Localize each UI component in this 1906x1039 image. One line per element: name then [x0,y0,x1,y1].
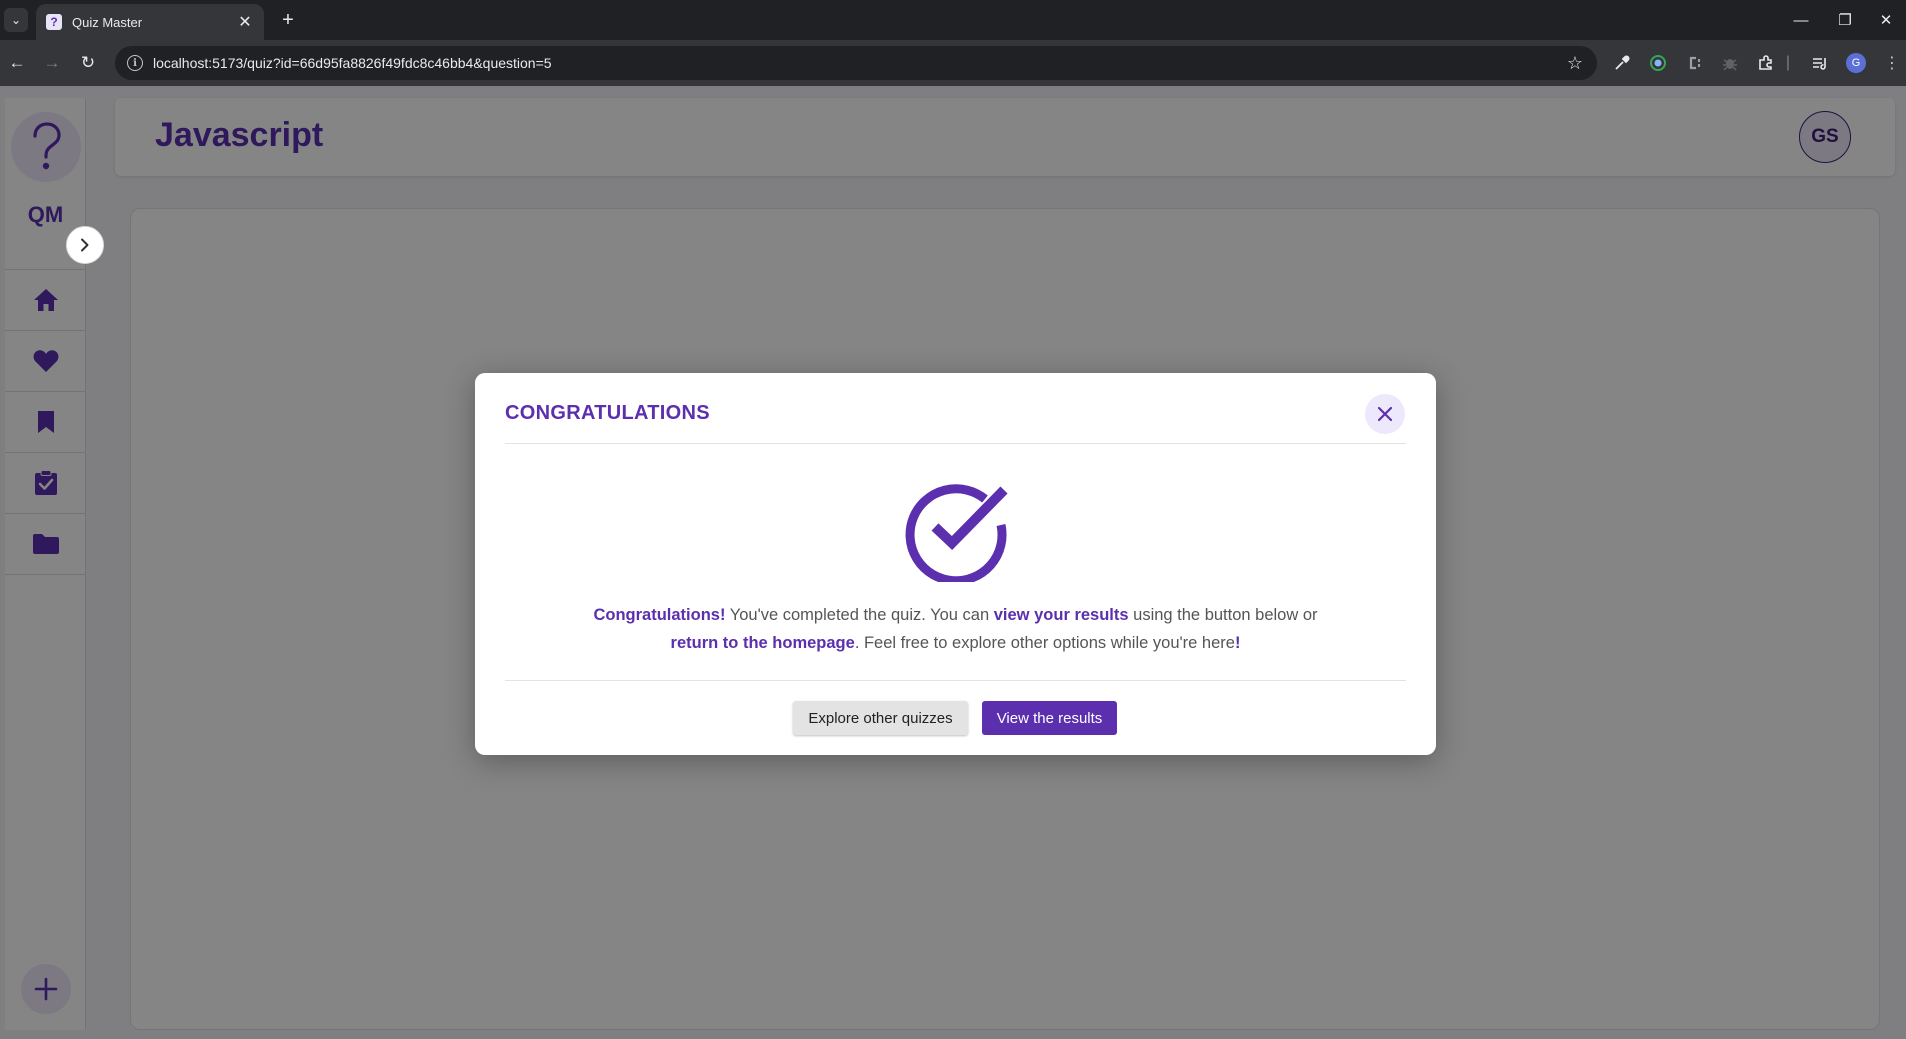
quiz-favicon-icon: ? [46,14,62,30]
tab-title: Quiz Master [72,14,143,30]
check-circle-icon [905,484,1008,582]
congratulations-modal: CONGRATULATIONS Congratulations! You've … [475,373,1436,755]
window-restore-icon[interactable]: ❐ [1825,6,1865,34]
message-congratulations: Congratulations! [593,606,726,624]
modal-close-button[interactable] [1365,394,1405,434]
browser-tab-active[interactable]: ? Quiz Master ✕ [36,4,264,40]
site-info-icon[interactable]: i [127,55,143,71]
extensions-puzzle-icon[interactable] [1756,53,1776,73]
modal-footer-divider [505,680,1406,681]
message-text: You've completed the quiz. You can [725,606,994,624]
message-text: using the button below or [1128,606,1318,624]
bookmark-star-icon[interactable]: ☆ [1567,53,1583,74]
message-return-homepage: return to the homepage [670,634,855,652]
address-bar[interactable]: i localhost:5173/quiz?id=66d95fa8826f49f… [115,46,1597,80]
bug-extension-icon[interactable] [1720,53,1740,73]
url-text[interactable]: localhost:5173/quiz?id=66d95fa8826f49fdc… [153,55,1567,71]
tab-search-chevron-icon[interactable]: ⌄ [4,8,28,32]
profile-avatar-icon[interactable]: G [1846,53,1866,73]
explore-other-quizzes-button[interactable]: Explore other quizzes [793,701,968,735]
modal-header-divider [505,443,1406,444]
view-results-button[interactable]: View the results [982,701,1117,735]
sidebar-expand-button[interactable] [66,226,104,264]
tab-close-icon[interactable]: ✕ [236,12,254,32]
media-control-icon[interactable] [1810,53,1830,73]
modal-message: Congratulations! You've completed the qu… [505,601,1406,657]
toolbar-separator: | [1785,54,1791,71]
chevron-right-icon [81,238,89,252]
back-arrow-icon[interactable]: ← [5,51,29,75]
close-icon [1377,406,1393,422]
forward-arrow-icon[interactable]: → [40,51,64,75]
message-text: . Feel free to explore other options whi… [854,634,1235,652]
window-close-icon[interactable]: ✕ [1866,6,1906,34]
message-view-results: view your results [993,606,1129,624]
browser-toolbar: ← → ↻ i localhost:5173/quiz?id=66d95fa88… [0,40,1906,86]
reload-icon[interactable]: ↻ [76,51,100,75]
message-exclamation: ! [1234,634,1241,652]
modal-title: CONGRATULATIONS [505,402,710,424]
record-extension-icon[interactable] [1648,53,1668,73]
new-tab-plus-icon[interactable]: + [276,8,300,32]
css-extension-icon[interactable] [1684,53,1704,73]
browser-tab-strip: ⌄ ? Quiz Master ✕ + — ❐ ✕ [0,0,1906,40]
browser-menu-icon[interactable]: ⋮ [1882,53,1902,73]
window-minimize-icon[interactable]: — [1781,6,1821,34]
eyedropper-extension-icon[interactable] [1612,53,1632,73]
